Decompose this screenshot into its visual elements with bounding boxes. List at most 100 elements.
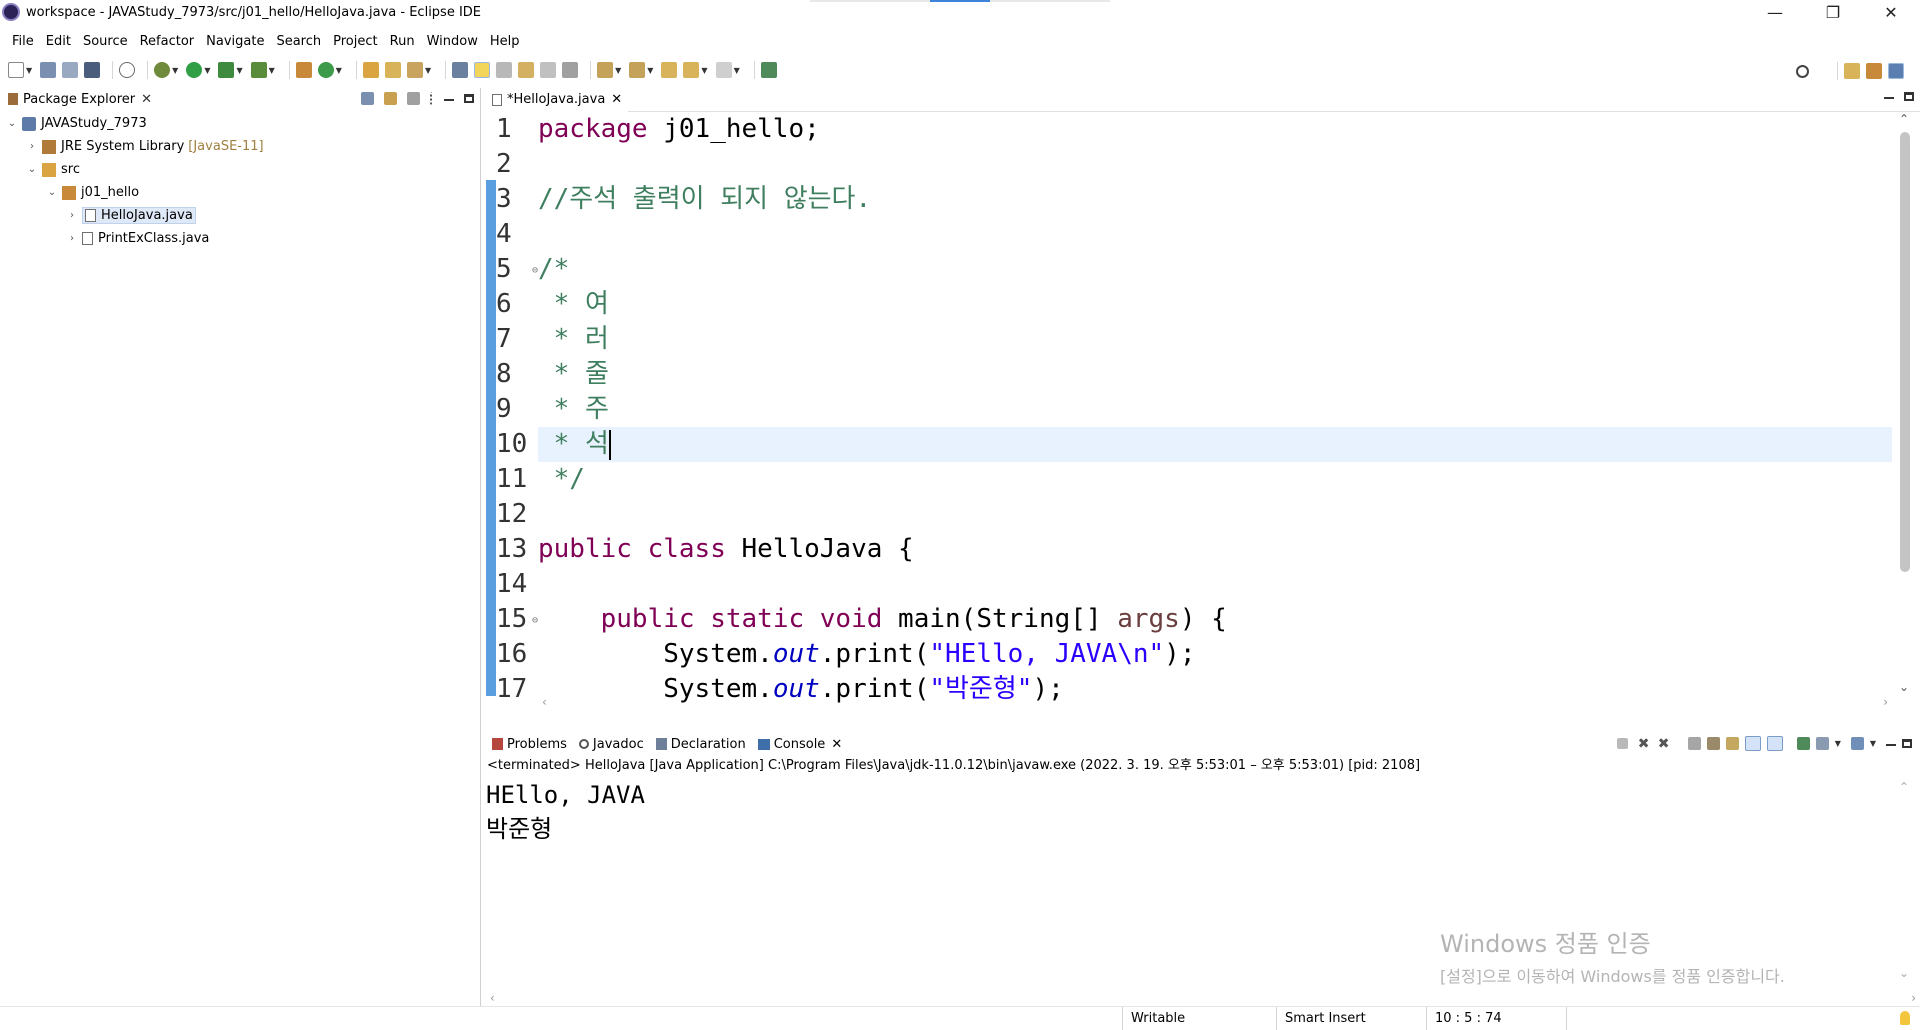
remove-launch-icon[interactable]: ✖ — [1638, 737, 1652, 751]
scroll-up-icon[interactable]: ⌃ — [1892, 780, 1916, 794]
code-line[interactable] — [538, 497, 1892, 532]
pilcrow-icon[interactable] — [562, 62, 579, 78]
clear-console-icon[interactable] — [1687, 737, 1701, 750]
expand-toggle-icon[interactable]: ⌄ — [26, 164, 38, 175]
scroll-lock-icon[interactable] — [1706, 737, 1720, 750]
scroll-thumb[interactable] — [1900, 132, 1910, 572]
close-window-button[interactable]: ✕ — [1862, 0, 1920, 24]
tab-package-explorer[interactable]: Package Explorer ✕ — [0, 88, 158, 110]
previous-annotation-icon[interactable] — [629, 62, 646, 78]
close-icon[interactable]: ✕ — [831, 737, 842, 752]
remove-all-terminated-icon[interactable]: ✖ — [1658, 737, 1674, 751]
debug-dropdown-icon[interactable]: ▼ — [172, 66, 178, 75]
save-icon[interactable] — [40, 62, 57, 78]
maximize-icon[interactable] — [1902, 739, 1912, 748]
forward-dropdown-icon[interactable]: ▼ — [734, 66, 740, 75]
open-console-icon[interactable] — [1850, 737, 1864, 750]
menu-file[interactable]: File — [6, 34, 40, 49]
terminate-icon[interactable] — [1616, 738, 1628, 749]
minimize-button[interactable]: — — [1746, 0, 1804, 24]
tree-item-package[interactable]: ⌄ j01_hello — [0, 181, 480, 204]
expand-toggle-icon[interactable]: ⌄ — [6, 118, 18, 129]
scroll-down-icon[interactable]: ⌄ — [1892, 680, 1916, 696]
menu-search[interactable]: Search — [270, 34, 327, 49]
status-cursor-position[interactable]: 10 : 5 : 74 — [1426, 1007, 1566, 1030]
code-line-comment[interactable]: */ — [538, 462, 1892, 497]
tree-item-printexclass[interactable]: › PrintExClass.java — [0, 227, 480, 250]
display-console-dropdown-icon[interactable]: ▼ — [1835, 739, 1841, 748]
menu-project[interactable]: Project — [327, 34, 383, 49]
coverage-dropdown-icon[interactable]: ▼ — [236, 66, 242, 75]
code-text[interactable]: package j01_hello; //주석 출력이 되지 않는다. /* *… — [538, 112, 1892, 707]
code-line-current[interactable]: * 석 — [538, 427, 1892, 462]
pin-editor-icon[interactable] — [760, 62, 777, 78]
run-icon[interactable] — [186, 62, 203, 78]
code-editor[interactable]: 1 2 3 4 5 ⊖ 6 7 8 9 10 11 12 13 14 15 ⊖ 16… — [486, 112, 1920, 710]
display-selected-console-icon[interactable] — [1815, 737, 1829, 750]
minimize-icon[interactable] — [1884, 97, 1894, 99]
show-on-stderr-icon[interactable] — [1766, 736, 1783, 751]
view-menu-icon[interactable] — [430, 92, 434, 105]
run-dropdown-icon[interactable]: ▼ — [204, 66, 210, 75]
search-icon[interactable] — [1796, 64, 1809, 78]
close-icon[interactable]: ✕ — [141, 92, 152, 107]
menu-help[interactable]: Help — [484, 34, 526, 49]
editor-horizontal-scrollbar[interactable]: ‹ › — [538, 694, 1892, 710]
minimize-icon[interactable] — [444, 99, 454, 101]
open-console-dropdown-icon[interactable]: ▼ — [1870, 739, 1876, 748]
minimize-icon[interactable] — [1886, 744, 1896, 746]
tab-declaration[interactable]: Declaration — [650, 732, 752, 756]
menu-navigate[interactable]: Navigate — [200, 34, 270, 49]
status-insert-mode[interactable]: Smart Insert — [1276, 1007, 1426, 1030]
console-vertical-scrollbar[interactable]: ⌃ ⌄ — [1892, 780, 1916, 980]
maximize-icon[interactable] — [464, 94, 474, 103]
tree-item-hellojava[interactable]: › HelloJava.java — [0, 204, 480, 227]
new-dropdown-icon[interactable]: ▼ — [26, 66, 32, 75]
tree-item-src[interactable]: ⌄ src — [0, 158, 480, 181]
console-horizontal-scrollbar[interactable]: ‹ › — [486, 990, 1920, 1006]
open-perspective-icon[interactable] — [1844, 63, 1860, 79]
tree-item-project[interactable]: ⌄ JAVAStudy_7973 — [0, 112, 480, 135]
toggle-breadcrumb-icon[interactable] — [452, 62, 469, 78]
editor-vertical-scrollbar[interactable]: ⌃ ⌄ — [1892, 112, 1916, 696]
code-line-comment[interactable]: //주석 출력이 되지 않는다. — [538, 182, 1892, 217]
lightbulb-icon[interactable] — [1900, 1011, 1910, 1025]
code-line-comment[interactable]: * 주 — [538, 392, 1892, 427]
code-line[interactable] — [538, 217, 1892, 252]
code-line[interactable]: public static void main(String[] args) { — [538, 602, 1892, 637]
selected-file[interactable]: HelloJava.java — [82, 207, 196, 224]
mark-occurrences-icon[interactable] — [474, 62, 491, 78]
code-line-comment[interactable]: * 줄 — [538, 357, 1892, 392]
skip-breakpoints-icon[interactable] — [119, 62, 136, 78]
terminal-icon[interactable] — [84, 62, 101, 78]
new-java-package-icon[interactable] — [295, 62, 312, 78]
menu-refactor[interactable]: Refactor — [134, 34, 201, 49]
scroll-down-icon[interactable]: ⌄ — [1892, 966, 1916, 980]
close-icon[interactable]: ✕ — [611, 92, 622, 107]
external-tools-icon[interactable] — [250, 62, 267, 78]
block-selection-icon[interactable] — [496, 62, 513, 78]
code-line[interactable]: package j01_hello; — [538, 112, 1892, 147]
code-line-comment[interactable]: * 여 — [538, 287, 1892, 322]
pin-console-icon[interactable] — [1796, 737, 1810, 750]
back-dropdown-icon[interactable]: ▼ — [701, 66, 707, 75]
tree-item-jre-library[interactable]: › JRE System Library [JavaSE-11] — [0, 135, 480, 158]
expand-toggle-icon[interactable]: › — [66, 210, 78, 221]
search-dropdown-icon[interactable]: ▼ — [425, 66, 431, 75]
code-line[interactable]: public class HelloJava { — [538, 532, 1892, 567]
new-class-dropdown-icon[interactable]: ▼ — [336, 66, 342, 75]
code-line[interactable]: System.out.print("HEllo, JAVA\n"); — [538, 637, 1892, 672]
scroll-left-icon[interactable]: ‹ — [490, 991, 495, 1005]
filters-icon[interactable] — [407, 92, 420, 105]
show-whitespace-icon[interactable] — [540, 62, 557, 78]
word-wrap-icon[interactable] — [518, 62, 535, 78]
forward-icon[interactable] — [715, 62, 732, 78]
code-line[interactable] — [538, 147, 1892, 182]
external-tools-dropdown-icon[interactable]: ▼ — [269, 66, 275, 75]
menu-edit[interactable]: Edit — [40, 34, 77, 49]
java-ee-perspective-icon[interactable] — [1866, 63, 1882, 79]
show-on-stdout-icon[interactable] — [1744, 736, 1761, 751]
search-tool-icon[interactable] — [406, 62, 423, 78]
next-annotation-icon[interactable] — [597, 62, 614, 78]
expand-toggle-icon[interactable]: ⌄ — [46, 187, 58, 198]
